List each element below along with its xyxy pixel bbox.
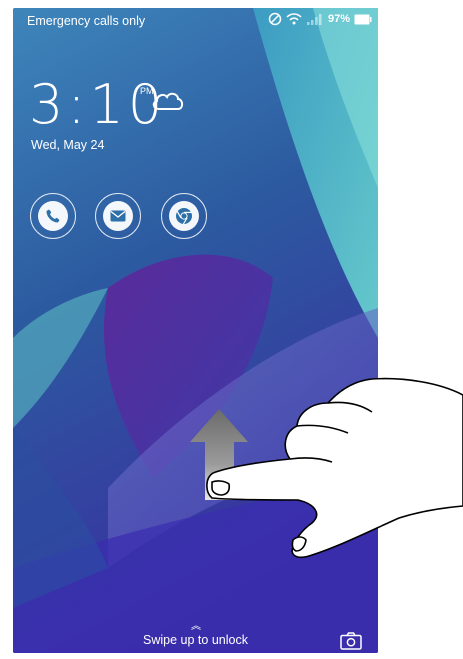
wifi-icon (286, 13, 302, 25)
status-icons: 97% (268, 12, 372, 26)
lock-screen: Emergency calls only 97% 3:10 PM Wed, Ma… (13, 8, 378, 653)
swipe-up-chevron-icon: ︽ (191, 621, 201, 632)
date-text: Wed, May 24 (31, 138, 105, 152)
browser-shortcut-button[interactable] (161, 193, 207, 239)
mail-icon (110, 210, 126, 222)
carrier-text: Emergency calls only (27, 14, 146, 28)
phone-shortcut-button[interactable] (30, 193, 76, 239)
signal-icon (306, 14, 322, 25)
messages-shortcut-button[interactable] (95, 193, 141, 239)
cloud-icon (152, 92, 184, 110)
phone-icon (46, 209, 60, 223)
chrome-icon (176, 208, 192, 225)
battery-percent: 97% (327, 13, 350, 25)
camera-icon[interactable] (340, 632, 362, 650)
battery-icon (354, 14, 372, 24)
status-bar: Emergency calls only 97% (13, 8, 378, 34)
swipe-to-unlock-label[interactable]: Swipe up to unlock (13, 633, 378, 647)
do-not-disturb-icon (268, 12, 282, 26)
